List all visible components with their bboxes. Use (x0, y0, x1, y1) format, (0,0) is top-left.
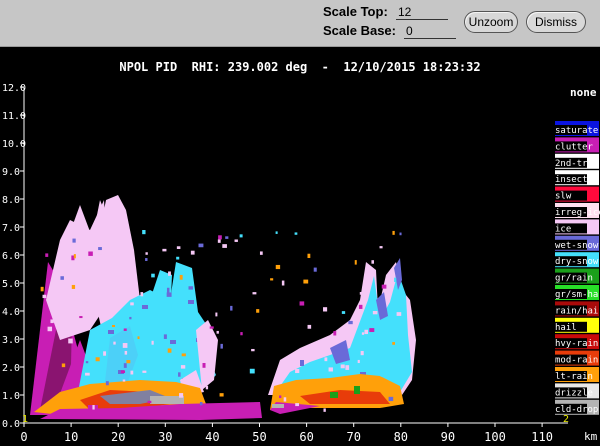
legend-label: cld-drop (555, 405, 598, 415)
x-axis-unit: km (584, 430, 598, 443)
legend-label: mod-rain (555, 356, 598, 366)
x-tick-label: 30 (158, 430, 172, 444)
x-tick-label: 90 (441, 430, 455, 444)
y-tick-label: 10.0 (2, 139, 26, 150)
legend-label: gr/rain (555, 274, 593, 284)
scale-base-input[interactable] (404, 24, 456, 39)
x-tick-label: 20 (111, 430, 125, 444)
y-tick-label: 9.0 (2, 167, 20, 178)
unzoom-button[interactable]: Unzoom (464, 11, 518, 33)
legend-label: slw (555, 192, 572, 202)
x-tick-label: 60 (299, 430, 313, 444)
legend-label: rain/hai (555, 306, 598, 316)
x-tick-label: 100 (484, 430, 506, 444)
y-tick-label: 4.0 (2, 307, 20, 318)
legend-label: saturate (555, 126, 598, 136)
legend-label: lt-rain (555, 372, 593, 382)
y-tick-label: 0.0 (2, 419, 20, 430)
legend-label: dry-snow (555, 257, 599, 267)
plot-title: NPOL PID RHI: 239.002 deg - 12/10/2015 1… (119, 60, 481, 74)
y-tick-label: 1.0 (2, 391, 20, 402)
x-tick-label: 10 (64, 430, 78, 444)
legend-label: drizzle (555, 388, 593, 398)
rhi-plot[interactable]: 0 10 20 30 40 50 60 70 80 90 100 110 0.0 1.0 2.0 3.0 4.… (0, 80, 600, 446)
legend-label: gr/sm-ha (555, 290, 598, 300)
dismiss-button[interactable]: Dismiss (526, 11, 586, 33)
y-tick-label: 11.0 (2, 111, 26, 122)
y-tick-label: 12.0 (2, 83, 26, 94)
y-tick-label: 8.0 (2, 195, 20, 206)
y-tick-label: 3.0 (2, 335, 20, 346)
toolbar: Scale Top: Scale Base: Unzoom Dismiss (0, 0, 600, 47)
x-tick-label: 80 (394, 430, 408, 444)
y-tick-label: 2.0 (2, 363, 20, 374)
scale-top-input[interactable] (396, 5, 448, 20)
x-tick-label: 50 (252, 430, 266, 444)
x-tick-label: 0 (20, 430, 27, 444)
corner-right-label: 2 (563, 414, 569, 425)
legend-label: ice (555, 224, 571, 234)
legend-label: hail (555, 323, 577, 333)
scale-base-label: Scale Base: (323, 23, 396, 38)
legend-none-label: none (570, 86, 597, 99)
legend-label: clutter (555, 142, 594, 152)
legend-label: insects (555, 175, 593, 185)
y-tick-label: 6.0 (2, 251, 20, 262)
legend-label: hvy-rain (555, 339, 598, 349)
y-tick-label: 7.0 (2, 223, 20, 234)
radar-echo-layer (30, 195, 416, 420)
corner-left-label: 1 (22, 414, 28, 425)
x-tick-label: 70 (346, 430, 360, 444)
legend-label: irreg-ice (555, 208, 600, 218)
legend: saturate clutter 2nd-trip insects slw irreg-i… (555, 121, 600, 415)
legend-label: wet-snow (555, 241, 599, 251)
x-tick-label: 40 (205, 430, 219, 444)
x-tick-label: 110 (531, 430, 553, 444)
scale-top-label: Scale Top: (323, 4, 388, 19)
y-tick-label: 5.0 (2, 279, 20, 290)
legend-label: 2nd-trip (555, 159, 598, 169)
